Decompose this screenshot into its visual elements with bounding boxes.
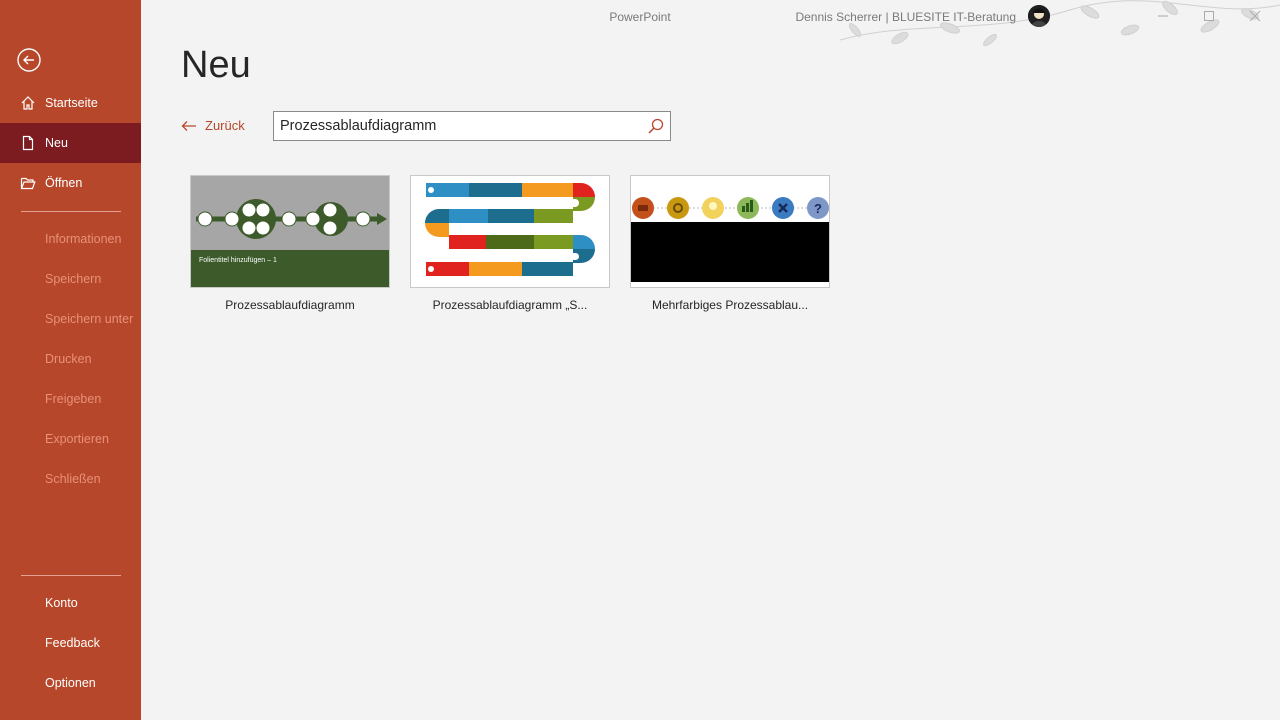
close-button[interactable] [1232, 0, 1278, 32]
sidebar-item-speichern[interactable]: Speichern [0, 259, 141, 299]
template-preview-image: ? [631, 176, 829, 287]
avatar-image [1028, 5, 1050, 27]
sidebar-item-label: Speichern [45, 272, 102, 286]
user-name[interactable]: Dennis Scherrer | BLUESITE IT-Beratung [795, 10, 1016, 24]
template-name: Prozessablaufdiagramm [225, 298, 355, 312]
app-title: PowerPoint [609, 10, 671, 24]
sidebar-item-freigeben[interactable]: Freigeben [0, 379, 141, 419]
sidebar-divider [21, 575, 121, 576]
back-button[interactable] [16, 47, 42, 73]
sidebar-item-label: Freigeben [45, 392, 102, 406]
template-search-box [273, 111, 671, 141]
page-title: Neu [181, 44, 251, 86]
sidebar-item-label: Feedback [45, 636, 100, 650]
sidebar-item-konto[interactable]: Konto [0, 583, 141, 623]
sidebar-item-label: Öffnen [45, 176, 83, 190]
sidebar-item-label: Optionen [45, 676, 96, 690]
maximize-icon [1204, 11, 1214, 21]
sidebar-item-speichern-unter[interactable]: Speichern unter [0, 299, 141, 339]
template-name: Prozessablaufdiagramm „S... [432, 298, 588, 312]
backstage-sidebar: Startseite Neu Öffnen Informationen Spei… [0, 0, 141, 720]
search-button[interactable] [647, 117, 665, 135]
template-thumbnail [410, 175, 610, 288]
sidebar-divider [21, 211, 121, 212]
sidebar-item-startseite[interactable]: Startseite [0, 83, 141, 123]
sidebar-item-exportieren[interactable]: Exportieren [0, 419, 141, 459]
search-input[interactable] [274, 112, 634, 140]
sidebar-item-label: Neu [45, 136, 68, 150]
sidebar-item-label: Speichern unter [45, 312, 134, 326]
sidebar-item-label: Schließen [45, 472, 101, 486]
template-thumbnail: ? [630, 175, 830, 288]
template-preview-image [191, 176, 389, 287]
sidebar-item-label: Konto [45, 596, 78, 610]
search-icon [648, 118, 664, 134]
thumb-slide-title: Folientitel hinzufügen – 1 [199, 257, 277, 264]
arrow-left-circle-icon [17, 48, 41, 72]
template-card[interactable]: Prozessablaufdiagramm „S... [410, 175, 610, 312]
sidebar-item-informationen[interactable]: Informationen [0, 219, 141, 259]
new-document-icon [20, 135, 36, 151]
sidebar-item-neu[interactable]: Neu [0, 123, 141, 163]
folder-open-icon [20, 175, 36, 191]
svg-text:?: ? [814, 201, 822, 216]
template-card[interactable]: Folientitel hinzufügen – 1 Prozessablauf… [190, 175, 390, 312]
sidebar-item-optionen[interactable]: Optionen [0, 663, 141, 703]
sidebar-item-label: Exportieren [45, 432, 109, 446]
avatar[interactable] [1028, 5, 1050, 27]
maximize-button[interactable] [1186, 0, 1232, 32]
close-icon [1249, 10, 1261, 22]
sidebar-item-label: Drucken [45, 352, 92, 366]
arrow-left-icon [181, 120, 196, 131]
template-card[interactable]: ? Mehrfarbiges Prozessablau... [630, 175, 830, 312]
back-link-label: Zurück [205, 118, 245, 133]
template-name: Mehrfarbiges Prozessablau... [651, 298, 809, 312]
sidebar-item-feedback[interactable]: Feedback [0, 623, 141, 663]
sidebar-item-oeffnen[interactable]: Öffnen [0, 163, 141, 203]
template-thumbnail: Folientitel hinzufügen – 1 [190, 175, 390, 288]
minimize-icon [1158, 15, 1168, 17]
template-preview-image [411, 176, 609, 287]
sidebar-item-label: Startseite [45, 96, 98, 110]
minimize-button[interactable] [1140, 0, 1186, 32]
back-link[interactable]: Zurück [181, 118, 245, 133]
sidebar-item-label: Informationen [45, 232, 122, 246]
home-icon [20, 95, 36, 111]
sidebar-item-schliessen[interactable]: Schließen [0, 459, 141, 499]
sidebar-item-drucken[interactable]: Drucken [0, 339, 141, 379]
